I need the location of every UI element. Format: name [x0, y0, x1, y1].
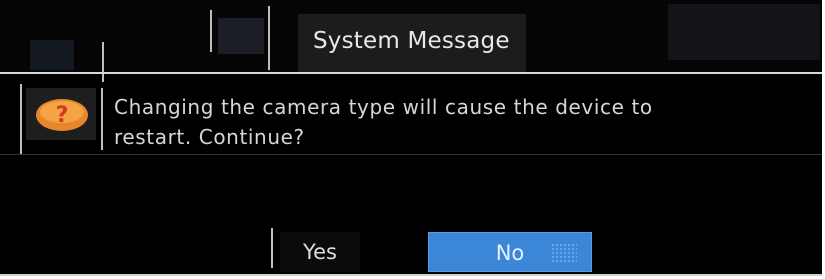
svg-text:?: ?: [56, 103, 69, 128]
no-button-label: No: [495, 241, 525, 265]
no-button[interactable]: No: [428, 232, 592, 272]
divider: [20, 84, 22, 154]
dialog-message: Changing the camera type will cause the …: [114, 95, 653, 149]
background-window-fragment: [218, 18, 264, 54]
content-separator: [0, 154, 822, 155]
button-texture: [551, 243, 577, 263]
background-window-fragment: [30, 40, 74, 70]
divider: [271, 228, 273, 268]
yes-button[interactable]: Yes: [280, 232, 360, 272]
background-window-fragment: [668, 4, 820, 60]
divider: [268, 6, 270, 70]
dialog-bottom-edge: [0, 274, 822, 276]
system-message-dialog: System Message ? Changing the camera typ…: [0, 0, 822, 276]
divider: [101, 88, 103, 150]
title-separator: [0, 72, 822, 74]
question-icon: ?: [36, 99, 88, 131]
dialog-title: System Message: [313, 28, 510, 54]
divider: [210, 10, 212, 52]
dialog-title-bar: System Message: [0, 0, 822, 82]
divider: [102, 42, 104, 82]
